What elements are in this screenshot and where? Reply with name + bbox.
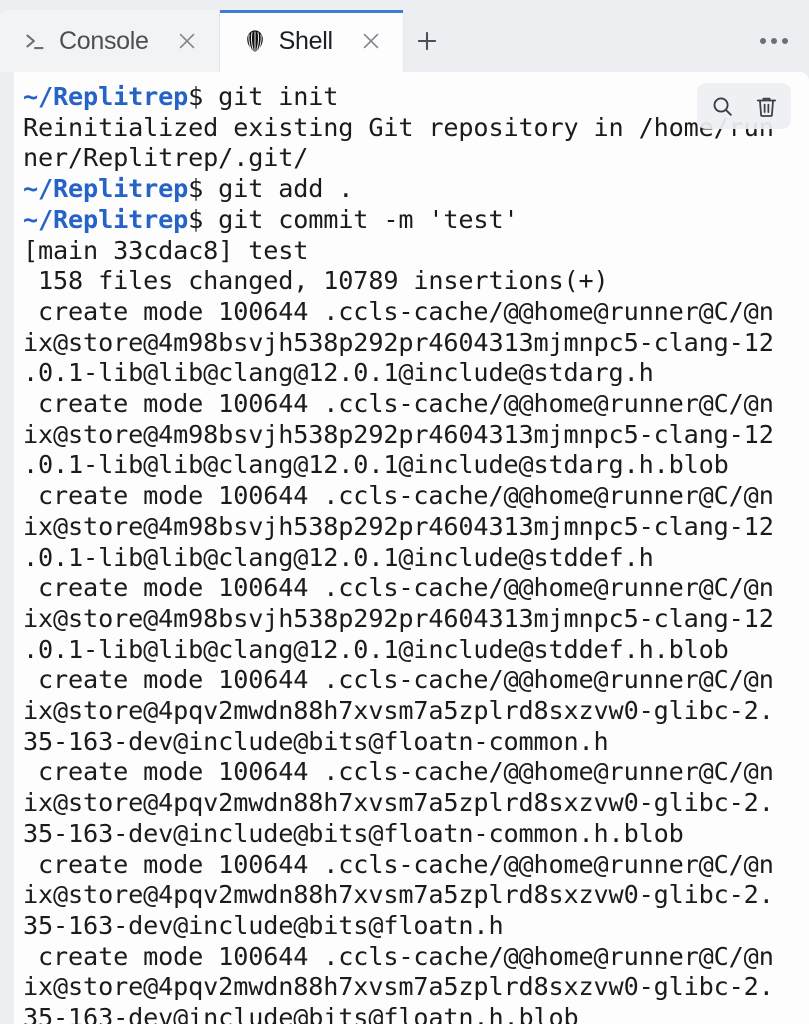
terminal-output-line: 35-163-dev@include@bits@floatn.h [23, 910, 504, 940]
tab-console[interactable]: Console [0, 10, 220, 72]
overflow-dot [771, 38, 777, 44]
tab-console-label: Console [59, 26, 149, 55]
terminal-output-line: ix@store@4pqv2mwdn88h7xvsm7a5zplrd8sxzvw… [23, 696, 774, 726]
terminal-output-line: 35-163-dev@include@bits@floatn-common.h.… [23, 818, 684, 848]
terminal-output-line: create mode 100644 .ccls-cache/@@home@ru… [23, 296, 774, 326]
terminal-clear-button[interactable] [745, 86, 787, 126]
tab-strip: Console Shell [0, 0, 809, 72]
terminal-command-text: $ git init [188, 82, 339, 111]
terminal-output-line: .0.1-lib@lib@clang@12.0.1@include@stdarg… [23, 358, 654, 388]
terminal-output-line: ix@store@4pqv2mwdn88h7xvsm7a5zplrd8sxzvw… [23, 880, 774, 910]
terminal-output-line: 35-163-dev@include@bits@floatn.h.blob [23, 1003, 579, 1024]
tab-shell-close-icon[interactable] [356, 26, 386, 56]
terminal-output-line: 35-163-dev@include@bits@floatn-common.h [23, 726, 609, 756]
shell-pane: Console Shell ~/Replitrep$ git init Rein… [0, 0, 809, 1024]
terminal-prompt-icon [22, 28, 48, 54]
tab-shell[interactable]: Shell [219, 10, 404, 72]
tab-bar: Console Shell [0, 0, 809, 72]
terminal-command-line: ~/Replitrep$ git add . [23, 174, 800, 205]
terminal-output-line: create mode 100644 .ccls-cache/@@home@ru… [23, 665, 774, 695]
terminal-output[interactable]: ~/Replitrep$ git init Reinitialized exist… [14, 72, 809, 1024]
overflow-dot [782, 38, 788, 44]
terminal-output-line: create mode 100644 .ccls-cache/@@home@ru… [23, 481, 774, 511]
terminal-prompt: ~/Replitrep [23, 174, 189, 204]
terminal-command-text: $ git commit -m 'test' [188, 204, 519, 234]
tab-console-close-icon[interactable] [172, 26, 202, 56]
tab-overflow-menu-button[interactable] [739, 10, 809, 72]
terminal-output-line: Reinitialized existing Git repository in… [23, 112, 774, 142]
terminal-command-line: ~/Replitrep$ git init [23, 82, 800, 113]
terminal-command-text: $ git add . [188, 174, 354, 204]
terminal-command-line: ~/Replitrep$ git commit -m 'test' [23, 205, 800, 236]
terminal-prompt: ~/Replitrep [23, 82, 189, 111]
terminal-output-line: .0.1-lib@lib@clang@12.0.1@include@stddef… [23, 634, 729, 664]
add-tab-button[interactable] [404, 10, 450, 72]
terminal-output-line: ix@store@4m98bsvjh538p292pr4604313mjmnpc… [23, 511, 774, 541]
shell-icon [242, 28, 268, 54]
terminal-action-bar [697, 83, 791, 129]
terminal-output-line: create mode 100644 .ccls-cache/@@home@ru… [23, 941, 774, 971]
terminal-output-line: create mode 100644 .ccls-cache/@@home@ru… [23, 389, 774, 419]
terminal-output-line: ix@store@4m98bsvjh538p292pr4604313mjmnpc… [23, 603, 774, 633]
tab-shell-label: Shell [278, 26, 333, 55]
terminal-output-line: ix@store@4m98bsvjh538p292pr4604313mjmnpc… [23, 327, 774, 357]
terminal-output-line: .0.1-lib@lib@clang@12.0.1@include@stdarg… [23, 450, 729, 480]
terminal-search-button[interactable] [701, 86, 743, 126]
terminal-output-line: ix@store@4m98bsvjh538p292pr4604313mjmnpc… [23, 419, 774, 449]
terminal-output-line: ner/Replitrep/.git/ [23, 143, 309, 173]
terminal-output-line: 158 files changed, 10789 insertions(+) [23, 266, 609, 296]
terminal-prompt: ~/Replitrep [23, 204, 189, 234]
terminal-output-line: create mode 100644 .ccls-cache/@@home@ru… [23, 849, 774, 879]
overflow-dot [760, 38, 766, 44]
terminal-output-line: ix@store@4pqv2mwdn88h7xvsm7a5zplrd8sxzvw… [23, 788, 774, 818]
terminal-panel[interactable]: ~/Replitrep$ git init Reinitialized exist… [14, 72, 809, 1024]
terminal-output-line: create mode 100644 .ccls-cache/@@home@ru… [23, 757, 774, 787]
terminal-output-line: .0.1-lib@lib@clang@12.0.1@include@stddef… [23, 542, 654, 572]
terminal-output-line: [main 33cdac8] test [23, 235, 309, 265]
terminal-output-line: create mode 100644 .ccls-cache/@@home@ru… [23, 573, 774, 603]
terminal-output-line: ix@store@4pqv2mwdn88h7xvsm7a5zplrd8sxzvw… [23, 972, 774, 1002]
